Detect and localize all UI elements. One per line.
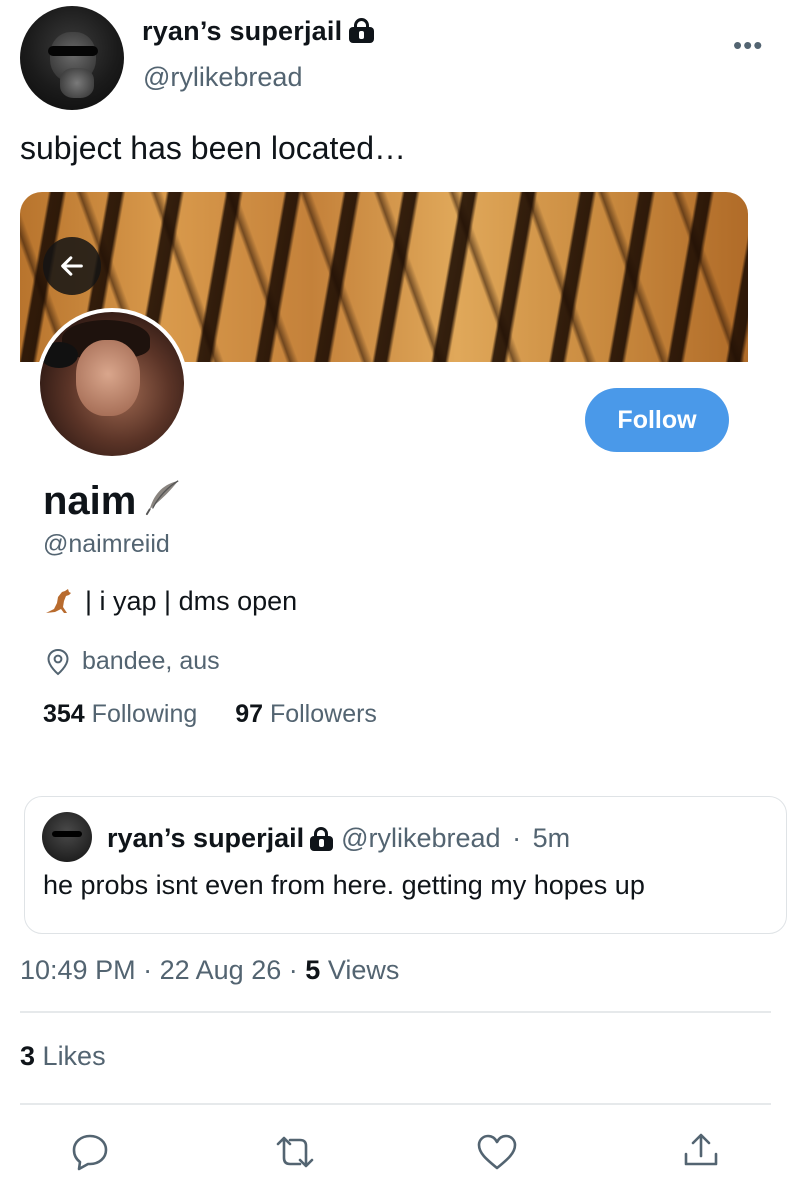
author-name[interactable]: ryan’s superjail — [142, 16, 342, 46]
likes-label[interactable]: Likes — [43, 1041, 106, 1071]
quoted-author-avatar[interactable] — [42, 812, 92, 862]
profile-avatar[interactable] — [36, 308, 188, 460]
retweet-icon[interactable] — [272, 1134, 318, 1170]
back-button[interactable] — [43, 237, 101, 295]
quoted-tweet[interactable] — [24, 796, 787, 934]
tweet-meta: 10:49 PM · 22 Aug 26 · 5 Views — [20, 955, 399, 986]
tweet-time: 10:49 PM — [20, 955, 136, 985]
author-handle[interactable]: @rylikebread — [143, 62, 302, 93]
meta-separator: · — [143, 955, 153, 985]
feather-icon — [146, 480, 179, 516]
lock-icon — [348, 18, 375, 43]
meta-separator: · — [288, 955, 298, 985]
like-icon[interactable] — [476, 1133, 518, 1171]
profile-bio-text: | i yap | dms open — [85, 586, 298, 616]
followers-count[interactable]: 97 — [235, 700, 263, 728]
tweet-text: subject has been located… — [20, 130, 407, 166]
lock-icon — [309, 827, 334, 851]
quoted-tweet-text: he probs isnt even from here. getting my… — [43, 870, 645, 900]
author-name-row[interactable]: ryan’s superjail — [142, 16, 375, 47]
views-count[interactable]: 5 — [305, 955, 320, 985]
divider — [20, 1011, 771, 1013]
views-label[interactable]: Views — [328, 955, 400, 985]
follow-button[interactable]: Follow — [585, 388, 729, 452]
profile-stats: 354 Following 97 Followers — [43, 700, 377, 729]
kangaroo-icon — [46, 588, 71, 613]
quoted-separator: · — [512, 823, 522, 853]
quoted-tweet-header: ryan’s superjail @rylikebread · 5m — [107, 823, 570, 854]
more-horizontal-icon[interactable]: ••• — [733, 30, 763, 61]
location-pin-icon — [47, 648, 69, 675]
following-label[interactable]: Following — [92, 700, 198, 728]
followers-label[interactable]: Followers — [270, 700, 377, 728]
profile-username: @naimreiid — [43, 530, 170, 558]
profile-display-name: naim — [43, 479, 137, 523]
divider — [20, 1103, 771, 1105]
profile-location: bandee, aus — [46, 647, 220, 676]
quoted-time: 5m — [532, 823, 571, 853]
quoted-author-name[interactable]: ryan’s superjail — [107, 823, 304, 853]
share-icon[interactable] — [681, 1130, 721, 1170]
arrow-left-icon — [61, 256, 83, 276]
quoted-author-handle[interactable]: @rylikebread — [341, 823, 500, 853]
profile-display-name-row: naim — [43, 478, 182, 524]
author-avatar[interactable] — [20, 6, 124, 110]
reply-icon[interactable] — [70, 1133, 110, 1171]
profile-location-text: bandee, aus — [82, 647, 220, 675]
likes-row[interactable]: 3 Likes — [20, 1041, 106, 1072]
following-count[interactable]: 354 — [43, 700, 85, 728]
profile-bio: | i yap | dms open — [43, 586, 297, 617]
tweet-date: 22 Aug 26 — [159, 955, 282, 985]
likes-count[interactable]: 3 — [20, 1041, 35, 1071]
